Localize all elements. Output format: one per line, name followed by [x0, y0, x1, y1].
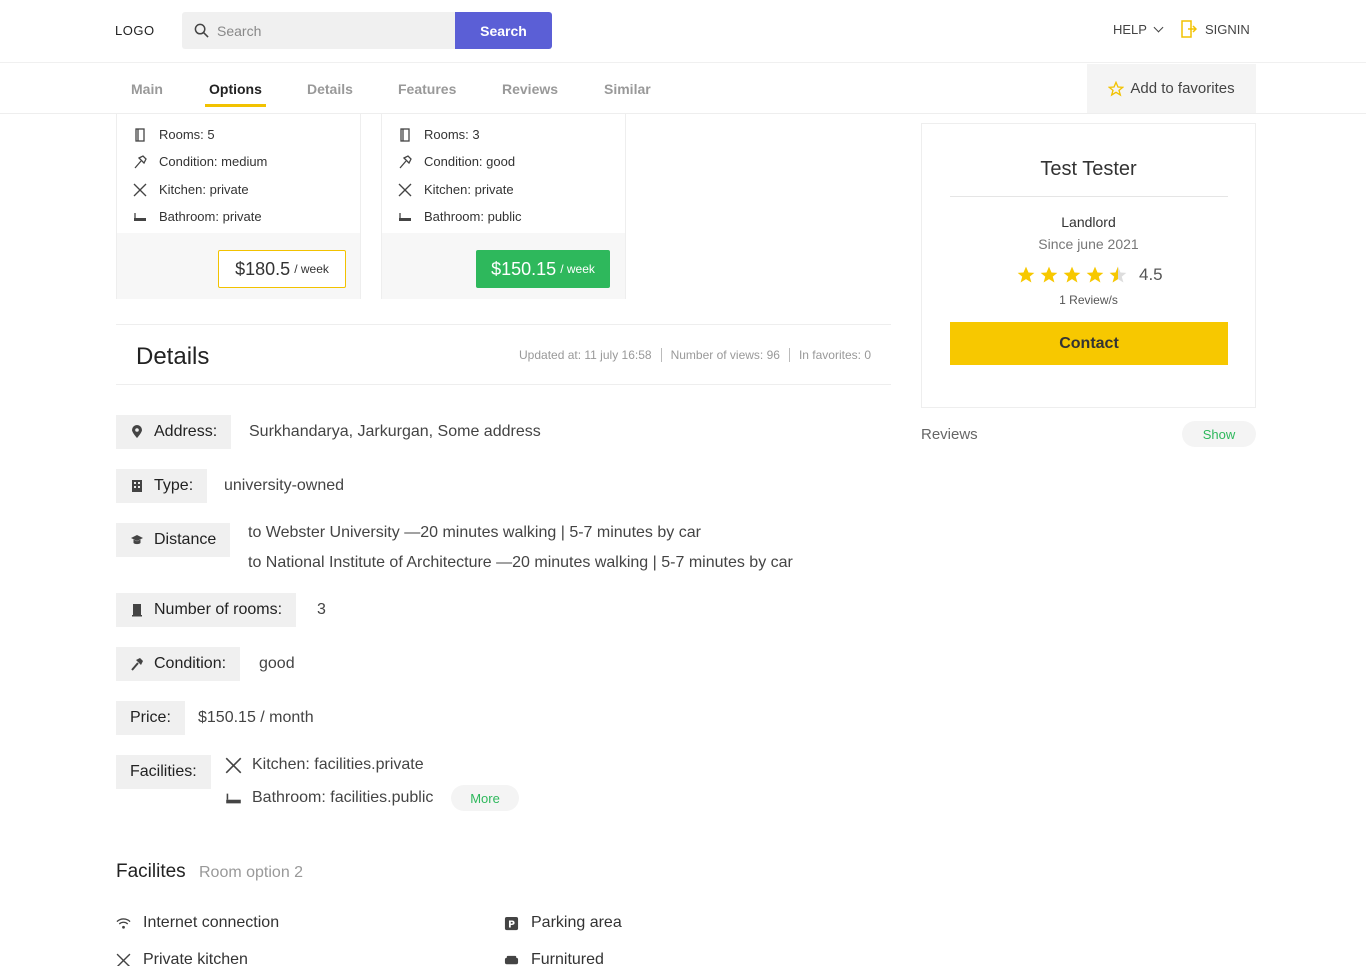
door-icon: [400, 127, 410, 142]
divider: [950, 196, 1228, 197]
rooms-row: Rooms: 5: [133, 127, 215, 142]
distance-line-2: to National Institute of Architecture —2…: [248, 554, 793, 571]
search-box: [182, 12, 455, 49]
favorites-label: Add to favorites: [1130, 80, 1235, 97]
contact-button[interactable]: Contact: [950, 322, 1228, 365]
star-icon: [1017, 266, 1035, 283]
landlord-name: Test Tester: [1040, 158, 1137, 180]
address-label: Address:: [116, 415, 232, 449]
hammer-icon: [134, 154, 147, 168]
rooms-row: Rooms: 3: [398, 127, 480, 142]
views-count: Number of views: 96: [662, 348, 790, 362]
condition-label: Condition:: [116, 647, 241, 681]
cutlery-icon: [225, 757, 242, 773]
distance-label: Distance: [116, 523, 231, 557]
condition-row: Condition: good: [398, 154, 515, 169]
tab-main[interactable]: Main: [131, 81, 163, 97]
details-header: Details Updated at: 11 july 16:58 Number…: [116, 324, 891, 385]
door-icon: [135, 127, 145, 142]
facilities-title: Facilites: [116, 861, 186, 882]
star-icon: [1086, 266, 1104, 283]
tab-similar[interactable]: Similar: [604, 81, 651, 97]
facilities-label: Facilities:: [116, 755, 211, 789]
hammer-icon: [399, 154, 412, 168]
svg-text:P: P: [508, 919, 515, 930]
facility-item: Internet connection: [116, 914, 279, 932]
landlord-since: Since june 2021: [1038, 236, 1139, 252]
facility-item: Furnitured: [504, 951, 604, 966]
tab-details[interactable]: Details: [307, 81, 353, 97]
type-value: university-owned: [224, 477, 345, 494]
condition-row: Condition: medium: [133, 154, 267, 169]
signin-door-icon: [1181, 20, 1197, 38]
logo[interactable]: LOGO: [115, 23, 155, 38]
parking-icon: P: [504, 916, 519, 930]
star-outline-icon: [1108, 80, 1125, 96]
bathtub-icon: [399, 212, 411, 221]
price-value: $150.15 / month: [198, 709, 314, 726]
kitchen-row: Kitchen: private: [133, 182, 249, 197]
search-icon: [194, 23, 209, 38]
more-button[interactable]: More: [451, 785, 519, 811]
updated-at: Updated at: 11 july 16:58: [510, 348, 662, 362]
rating-value: 4.5: [1139, 265, 1163, 284]
room-option-card: Rooms: 3 Condition: good Kitchen: privat…: [381, 114, 626, 299]
tab-features[interactable]: Features: [398, 81, 456, 97]
map-pin-icon: [132, 425, 142, 438]
cutlery-icon: [398, 183, 412, 196]
reviews-label: Reviews: [921, 426, 978, 443]
landlord-role: Landlord: [1061, 214, 1116, 230]
rating-stars: 4.5: [1016, 265, 1163, 285]
facilities-subtitle: Room option 2: [199, 864, 304, 881]
rooms-label: Number of rooms:: [116, 593, 297, 627]
help-label: HELP: [1113, 22, 1147, 37]
tab-options[interactable]: Options: [205, 81, 266, 107]
landlord-card: Test Tester Landlord Since june 2021 4.5…: [921, 123, 1256, 408]
room-option-card: Rooms: 5 Condition: medium Kitchen: priv…: [116, 114, 361, 299]
star-icon: [1040, 266, 1058, 283]
type-label: Type:: [116, 469, 208, 503]
sofa-icon: [504, 955, 519, 964]
chevron-down-icon: [1153, 22, 1164, 33]
bathroom-row: Bathroom: public: [398, 209, 522, 224]
rooms-value: 3: [317, 601, 326, 618]
price-button[interactable]: $180.5/ week: [218, 250, 346, 288]
facility-item: Private kitchen: [116, 951, 248, 966]
kitchen-row: Kitchen: private: [398, 182, 514, 197]
signin-link[interactable]: SIGNIN: [1181, 20, 1250, 38]
graduation-cap-icon: [131, 535, 143, 545]
door-icon: [132, 604, 142, 617]
price-button-selected[interactable]: $150.15/ week: [476, 250, 610, 288]
price-label: Price:: [116, 701, 185, 735]
favorites-count: In favorites: 0: [798, 348, 871, 362]
building-icon: [132, 480, 142, 492]
distance-line-1: to Webster University —20 minutes walkin…: [248, 524, 701, 541]
signin-label: SIGNIN: [1205, 21, 1250, 37]
wifi-icon: [116, 917, 131, 929]
cutlery-icon: [133, 183, 147, 196]
address-value: Surkhandarya, Jarkurgan, Some address: [249, 423, 541, 440]
search-button[interactable]: Search: [455, 12, 552, 49]
help-menu[interactable]: HELP: [1113, 22, 1164, 37]
star-half-icon: [1109, 266, 1127, 283]
bathtub-icon: [134, 212, 146, 221]
bathroom-row: Bathroom: private: [133, 209, 262, 224]
facility-item: P Parking area: [504, 914, 622, 932]
top-header: LOGO Search HELP SIGNIN: [0, 0, 1366, 63]
show-reviews-button[interactable]: Show: [1182, 421, 1256, 447]
bathtub-icon: [226, 793, 241, 803]
reviews-count: 1 Review/s: [1059, 293, 1118, 307]
hammer-icon: [131, 658, 143, 671]
star-icon: [1063, 266, 1081, 283]
cutlery-icon: [116, 953, 131, 966]
search-input[interactable]: [217, 12, 447, 49]
facility-kitchen: Kitchen: facilities.private: [225, 756, 424, 774]
details-meta: Updated at: 11 july 16:58 Number of view…: [510, 348, 871, 362]
add-to-favorites-button[interactable]: Add to favorites: [1087, 64, 1256, 113]
facility-bathroom: Bathroom: facilities.public: [225, 789, 433, 807]
condition-value: good: [259, 655, 295, 672]
details-title: Details: [136, 343, 210, 370]
tab-reviews[interactable]: Reviews: [502, 81, 558, 97]
